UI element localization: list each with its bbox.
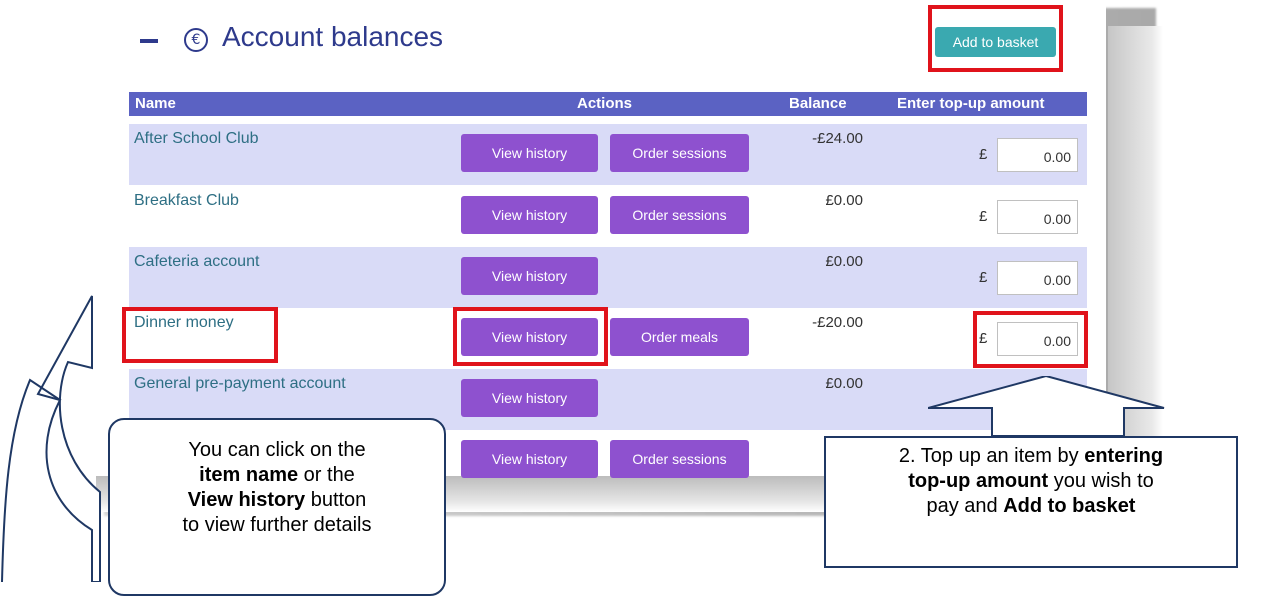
view-history-button[interactable]: View history — [461, 257, 598, 295]
callout-text: or the — [298, 464, 355, 486]
view-history-button[interactable]: View history — [461, 318, 598, 356]
item-name-link[interactable]: Breakfast Club — [134, 192, 239, 210]
order-sessions-button[interactable]: Order sessions — [610, 440, 749, 478]
top-up-input[interactable]: 0.00 — [997, 261, 1078, 295]
top-up-input[interactable]: 0.00 — [997, 200, 1078, 234]
balance-value: £0.00 — [825, 253, 863, 270]
add-to-basket-button[interactable]: Add to basket — [935, 27, 1056, 57]
callout-text: button — [305, 489, 367, 511]
currency-symbol: £ — [979, 208, 988, 225]
callout-bold-text: View history — [187, 489, 306, 511]
item-name-link[interactable]: Cafeteria account — [134, 253, 259, 271]
order-sessions-button[interactable]: Order sessions — [610, 134, 749, 172]
callout-line: View history button — [110, 488, 444, 513]
table-row: Breakfast Club View history Order sessio… — [129, 186, 1087, 247]
callout-line: You can click on the — [188, 439, 366, 461]
view-history-button[interactable]: View history — [461, 196, 598, 234]
currency-symbol: £ — [979, 269, 988, 286]
callout-line: to view further details — [182, 514, 372, 536]
page-title: Account balances — [222, 21, 444, 52]
column-header-top-up: Enter top-up amount — [897, 95, 1045, 112]
currency-symbol: £ — [979, 146, 988, 163]
callout-bold-text: Add to basket — [1003, 495, 1136, 517]
callout-pointer-icon — [928, 376, 1165, 436]
callout-line: top-up amount you wish to — [826, 469, 1236, 494]
view-history-button[interactable]: View history — [461, 134, 598, 172]
callout-line: 2. Top up an item by entering — [826, 444, 1236, 469]
balance-value: £0.00 — [825, 375, 863, 392]
balance-value: -£24.00 — [812, 130, 863, 147]
top-up-input[interactable]: 0.00 — [997, 138, 1078, 172]
item-name-link[interactable]: After School Club — [134, 130, 259, 148]
currency-symbol: £ — [979, 330, 988, 347]
order-meals-button[interactable]: Order meals — [610, 318, 749, 356]
top-up-input[interactable]: 0.00 — [997, 322, 1078, 356]
view-history-button[interactable]: View history — [461, 440, 598, 478]
callout-line: item name or the — [110, 463, 444, 488]
minus-icon[interactable] — [140, 39, 158, 43]
callout-line: pay and Add to basket — [826, 494, 1236, 519]
table-header: Name Actions Balance Enter top-up amount — [129, 92, 1087, 116]
screenshot-stage: € Account balances Add to basket Name Ac… — [0, 0, 1263, 597]
callout-text: pay and — [926, 495, 1004, 517]
table-row: Cafeteria account View history £0.00 £ 0… — [129, 247, 1087, 308]
help-callout-item-name: You can click on the item name or the Vi… — [108, 418, 446, 596]
help-callout-top-up: 2. Top up an item by entering top-up amo… — [824, 436, 1238, 568]
callout-bold-text: entering — [1084, 445, 1164, 467]
table-row: After School Club View history Order ses… — [129, 124, 1087, 185]
order-sessions-button[interactable]: Order sessions — [610, 196, 749, 234]
balance-value: -£20.00 — [812, 314, 863, 331]
column-header-balance: Balance — [789, 95, 847, 112]
item-name-link[interactable]: Dinner money — [134, 314, 234, 332]
item-name-link[interactable]: General pre-payment account — [134, 375, 346, 393]
callout-bold-text: item name — [199, 464, 299, 486]
column-header-name: Name — [135, 95, 176, 112]
callout-text: you wish to — [1048, 470, 1154, 492]
callout-bold-text: top-up amount — [908, 470, 1049, 492]
euro-icon: € — [184, 28, 208, 52]
table-row: Dinner money View history Order meals -£… — [129, 308, 1087, 369]
view-history-button[interactable]: View history — [461, 379, 598, 417]
callout-text: 2. Top up an item by — [898, 445, 1085, 467]
column-header-actions: Actions — [577, 95, 633, 112]
balance-value: £0.00 — [825, 192, 863, 209]
